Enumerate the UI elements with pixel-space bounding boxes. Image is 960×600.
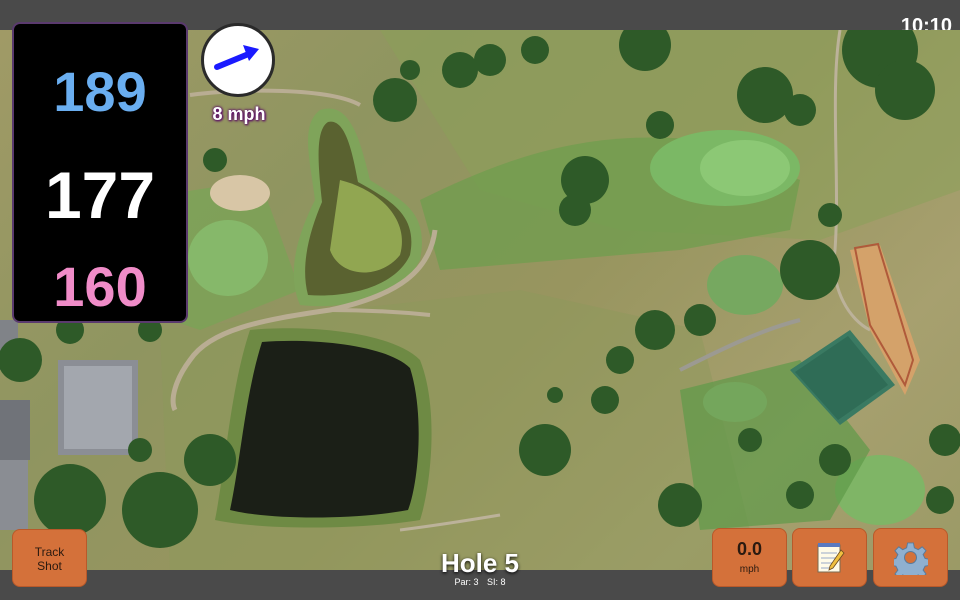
distance-middle: 177	[44, 158, 156, 232]
house-roof	[64, 366, 132, 449]
notepad-icon	[817, 542, 845, 572]
bunker	[210, 175, 270, 211]
green	[188, 220, 268, 296]
track-shot-button[interactable]: Track Shot	[12, 529, 87, 587]
wind-indicator	[201, 23, 275, 97]
house	[0, 460, 28, 530]
wind-speed-button[interactable]: 0.0 mph	[712, 528, 787, 587]
house	[0, 400, 30, 460]
gear-icon	[893, 541, 928, 575]
distance-front: 160	[53, 255, 147, 318]
settings-button[interactable]	[873, 528, 948, 587]
green-putting	[700, 140, 790, 196]
green	[707, 255, 783, 315]
hole-si: SI: 8	[487, 577, 506, 587]
track-shot-label-line1: Track	[34, 545, 65, 559]
hole-title: Hole 5	[440, 548, 520, 578]
hole-par: Par: 3	[454, 577, 479, 587]
wind-speed-label: 8 mph	[212, 104, 266, 124]
pond-lower	[230, 340, 419, 518]
wind-arrow-icon	[214, 45, 259, 70]
distance-back: 189	[53, 60, 147, 123]
notes-button[interactable]	[792, 528, 867, 587]
hole-meta: Par: 3 SI: 8	[380, 577, 580, 587]
distance-panel: 189 177 160	[12, 22, 188, 323]
wind-button-value: 0.0	[736, 539, 763, 559]
track-shot-label-line2: Shot	[37, 559, 62, 573]
wind-button-unit: mph	[739, 564, 760, 575]
